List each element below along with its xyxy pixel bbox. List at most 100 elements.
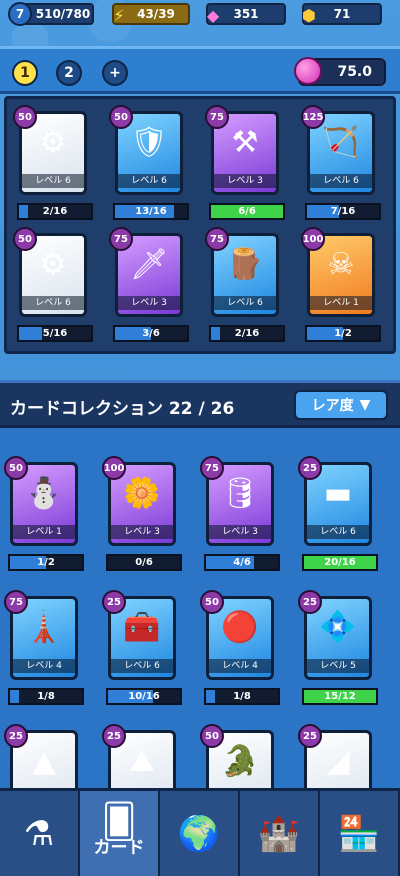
energy-orb-icon (294, 57, 322, 85)
collection-grid: 50 ⛄ レベル 1 1/2 100 🌼 レベル 3 0/6 75 🛢 レベル 3 4/6 25 ▬ レベル… (0, 428, 400, 788)
progress-text: 3/6 (142, 328, 160, 339)
nav-globe-tab[interactable]: 🌍 (160, 791, 240, 876)
card-progress-bar: 2/16 (17, 203, 93, 220)
card-progress-bar: 1/2 (305, 325, 381, 342)
energy-counter: 75.0 (294, 57, 386, 86)
cost-badge: 50 (200, 724, 224, 748)
collection-card[interactable]: 25 🧰 レベル 6 10/16 (102, 590, 182, 710)
coin-icon: ⬢ (302, 5, 316, 25)
collection-title: カードコレクション 22 / 26 (10, 399, 235, 419)
deck-card[interactable]: 100 ☠ レベル 1 1/2 (301, 227, 381, 347)
card-progress-bar: 15/12 (302, 688, 378, 705)
deck-card[interactable]: 75 ⚒ レベル 3 6/6 (205, 105, 285, 225)
nav-shop-tab[interactable]: 🏪 (320, 791, 400, 876)
collection-card[interactable]: 75 🛢 レベル 3 4/6 (200, 456, 280, 576)
progress-text: 1/2 (37, 557, 55, 568)
card-level: レベル 6 (22, 174, 84, 188)
card-progress-bar: 13/16 (113, 203, 189, 220)
card-art-icon: 🏹 (322, 125, 360, 160)
card-art-icon: 🗡 (129, 247, 169, 282)
deck-card[interactable]: 125 🏹 レベル 6 7/16 (301, 105, 381, 225)
deck-card[interactable]: 50 🛡 レベル 6 13/16 (109, 105, 189, 225)
lightning-icon: ⚡ (113, 5, 125, 25)
card-progress-bar: 7/16 (305, 203, 381, 220)
player-level-badge[interactable]: 7 (8, 2, 32, 26)
deck-card[interactable]: 50 ⚙ レベル 6 2/16 (13, 105, 93, 225)
card-progress-bar: 2/16 (209, 325, 285, 342)
collection-card[interactable]: 50 ⛄ レベル 1 1/2 (4, 456, 84, 576)
progress-fill (19, 205, 28, 218)
card-art-icon: ⚒ (231, 125, 259, 160)
card-level: レベル 6 (214, 296, 276, 310)
deck-tab-2[interactable]: 2 (56, 60, 82, 86)
progress-text: 1/8 (37, 691, 55, 702)
nav-cards-tab[interactable]: 🂠 カード (80, 791, 160, 876)
deck-card[interactable]: 75 🗡 レベル 3 3/6 (109, 227, 189, 347)
collection-card[interactable]: 50 🔴 レベル 4 1/8 (200, 590, 280, 710)
cost-badge: 25 (102, 590, 126, 614)
cost-badge: 50 (200, 590, 224, 614)
card-art-icon: 🔴 (221, 610, 259, 645)
card-art-icon: ▬ (323, 476, 353, 511)
card-progress-bar: 1/8 (204, 688, 280, 705)
progress-text: 15/12 (324, 691, 356, 702)
card-progress-bar: 4/6 (204, 554, 280, 571)
progress-fill (211, 327, 220, 340)
collection-card[interactable]: 75 🗼 レベル 4 1/8 (4, 590, 84, 710)
nav-castle-tab[interactable]: 🏰 (240, 791, 320, 876)
collection-card[interactable]: 25 ⛰ (102, 724, 182, 788)
card-progress-bar: 10/16 (106, 688, 182, 705)
card-art-icon: 🛢 (220, 476, 260, 511)
card-level: レベル 6 (310, 174, 372, 188)
cost-badge: 125 (301, 105, 325, 129)
cost-badge: 50 (4, 456, 28, 480)
card-level: レベル 6 (307, 525, 369, 539)
cost-badge: 50 (13, 105, 37, 129)
progress-fill (206, 690, 215, 703)
cost-badge: 75 (205, 105, 229, 129)
deck-panel: 50 ⚙ レベル 6 2/16 50 🛡 レベル 6 13/16 75 ⚒ レベル 3 6/6 125 🏹… (4, 96, 396, 354)
gem-value: 351 (233, 7, 259, 21)
add-deck-button[interactable]: + (102, 60, 128, 86)
collection-card[interactable]: 25 ◢ (298, 724, 378, 788)
collection-card[interactable]: 25 💠 レベル 5 15/12 (298, 590, 378, 710)
energy-value: 75.0 (337, 64, 372, 80)
gem-counter[interactable]: ◆ 351 (206, 3, 286, 25)
collection-card[interactable]: 100 🌼 レベル 3 0/6 (102, 456, 182, 576)
card-art-icon: 🌼 (123, 476, 161, 511)
card-level: レベル 6 (111, 659, 173, 673)
card-art-icon: 🗼 (25, 610, 63, 645)
card-art-icon: ⛰ (129, 744, 155, 779)
deck-tab-2-label: 2 (64, 65, 74, 81)
sort-rarity-button[interactable]: レア度 ▼ (294, 390, 388, 420)
cost-badge: 25 (102, 724, 126, 748)
cost-badge: 100 (102, 456, 126, 480)
card-progress-bar: 3/6 (113, 325, 189, 342)
collection-card[interactable]: 50 🐊 (200, 724, 280, 788)
bottom-nav: ⚗ 🂠 カード 🌍 🏰 🏪 (0, 788, 400, 876)
deck-card[interactable]: 75 🪵 レベル 6 2/16 (205, 227, 285, 347)
bolt-value: 43/39 (137, 7, 175, 21)
nav-flask-tab[interactable]: ⚗ (0, 791, 80, 876)
progress-fill (19, 327, 42, 340)
card-art-icon: 💠 (319, 610, 357, 645)
cost-badge: 75 (109, 227, 133, 251)
cost-badge: 75 (200, 456, 224, 480)
flask-icon: ⚗ (23, 813, 55, 854)
cost-badge: 50 (109, 105, 133, 129)
card-art-icon: ☠ (327, 247, 355, 282)
progress-text: 13/16 (135, 206, 167, 217)
coin-value: 71 (333, 7, 351, 21)
globe-icon: 🌍 (177, 813, 221, 854)
collection-card[interactable]: 25 ▬ レベル 6 20/16 (298, 456, 378, 576)
deck-card[interactable]: 50 ⚙ レベル 6 5/16 (13, 227, 93, 347)
progress-text: 10/16 (128, 691, 160, 702)
cost-badge: 25 (298, 590, 322, 614)
coin-counter[interactable]: ⬢ 71 (302, 3, 382, 25)
collection-card[interactable]: 25 ▲ (4, 724, 84, 788)
bolt-counter[interactable]: ⚡ 43/39 (112, 3, 190, 25)
card-progress-bar: 20/16 (302, 554, 378, 571)
sort-label: レア度 (311, 398, 354, 414)
deck-tab-1[interactable]: 1 (12, 60, 38, 86)
card-level: レベル 6 (22, 296, 84, 310)
